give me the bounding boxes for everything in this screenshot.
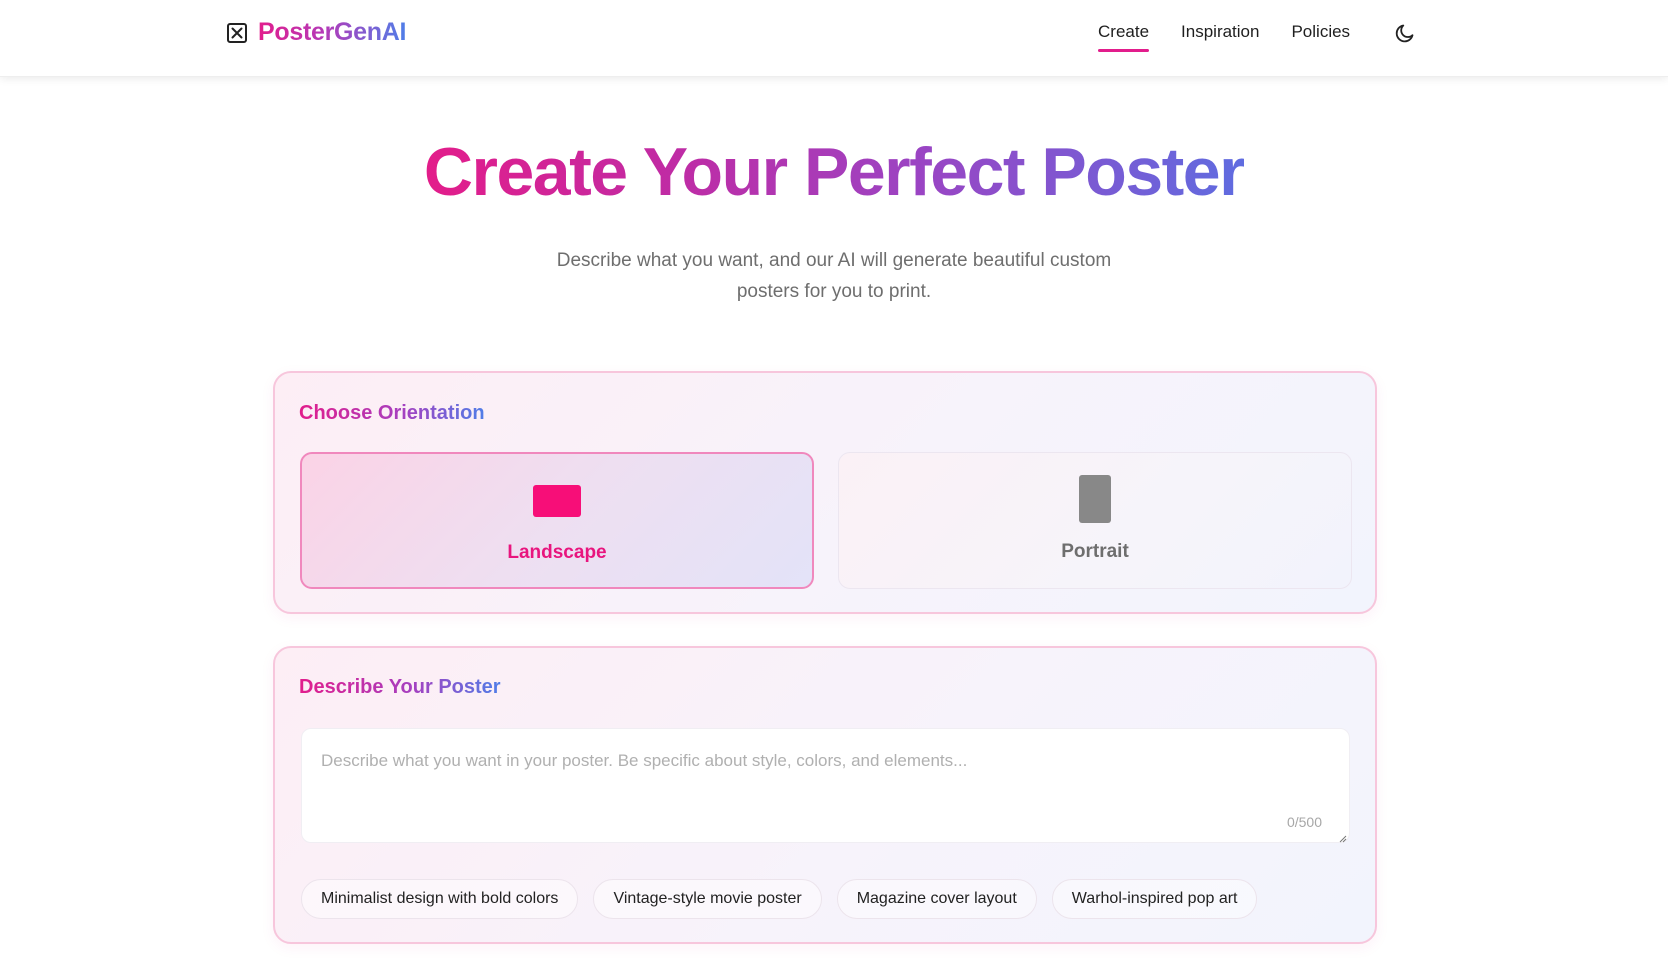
landscape-option[interactable]: Landscape	[300, 452, 814, 589]
close-box-icon	[226, 22, 248, 44]
portrait-label: Portrait	[1061, 541, 1129, 562]
landscape-shape-icon	[533, 485, 581, 517]
suggestion-chip[interactable]: Vintage-style movie poster	[593, 879, 822, 919]
suggestion-chip[interactable]: Minimalist design with bold colors	[301, 879, 579, 919]
describe-card: Describe Your Poster 0/500 Minimalist de…	[273, 646, 1377, 944]
char-counter: 0/500	[1286, 814, 1322, 830]
main-nav: Create Inspiration Policies	[1098, 22, 1382, 52]
orientation-card: Choose Orientation Landscape Portrait	[273, 371, 1377, 614]
resize-handle-icon[interactable]	[1337, 830, 1347, 843]
brand-logo[interactable]: PosterGenAI	[226, 18, 406, 47]
landscape-label: Landscape	[507, 542, 607, 563]
orientation-heading: Choose Orientation	[299, 402, 485, 424]
nav-inspiration[interactable]: Inspiration	[1181, 22, 1259, 52]
page-subtitle: Describe what you want, and our AI will …	[556, 250, 1112, 302]
suggestion-chip[interactable]: Warhol-inspired pop art	[1051, 879, 1258, 919]
page-title: Create Your Perfect Poster	[423, 134, 1246, 210]
nav-policies[interactable]: Policies	[1291, 22, 1350, 52]
describe-heading: Describe Your Poster	[299, 676, 501, 698]
moon-icon[interactable]	[1394, 22, 1416, 44]
brand-name: PosterGenAI	[258, 18, 407, 46]
suggestion-chip[interactable]: Magazine cover layout	[836, 879, 1037, 919]
portrait-option[interactable]: Portrait	[838, 452, 1352, 589]
top-navbar: PosterGenAI Create Inspiration Policies	[0, 0, 1668, 77]
prompt-textarea[interactable]	[302, 729, 1349, 842]
portrait-shape-icon	[1079, 475, 1111, 523]
nav-create[interactable]: Create	[1098, 22, 1150, 52]
suggestion-chips: Minimalist design with bold colors Vinta…	[301, 879, 1272, 919]
prompt-field-wrapper: 0/500	[301, 728, 1350, 843]
